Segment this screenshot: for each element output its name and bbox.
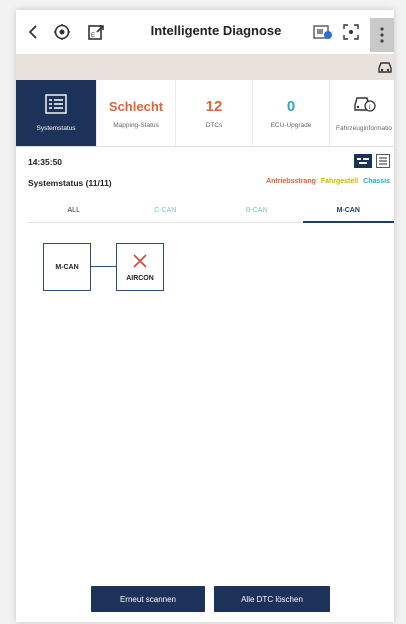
tab-b-can[interactable]: B-CAN	[211, 200, 303, 222]
dtc-label: DTCs	[205, 121, 223, 129]
category-antriebsstrang[interactable]: Antriebsstrang	[266, 178, 316, 185]
bus-node-m-can[interactable]: M-CAN	[43, 243, 91, 291]
ecu-label: ECU-Upgrade	[270, 121, 312, 129]
tile-dtcs[interactable]: 12 DTCs	[176, 80, 253, 146]
category-chassis[interactable]: Chassis	[363, 178, 390, 185]
mapping-label: Mapping-Status	[113, 121, 159, 129]
category-legend: Antriebsstrang Fahrgestell Chassis	[266, 178, 390, 185]
svg-text:i: i	[369, 103, 371, 111]
vehicle-info-icon: i	[352, 94, 376, 119]
app-window: E Intelligente Diagnose Systemstatus Sch…	[16, 10, 394, 622]
page-title: Intelligente Diagnose	[150, 23, 282, 38]
list-check-icon	[45, 94, 67, 119]
car-icon[interactable]	[376, 59, 394, 75]
list-view-icon[interactable]	[376, 154, 390, 173]
back-icon[interactable]	[26, 24, 40, 40]
bus-tabs: ALL C-CAN B-CAN M-CAN	[28, 200, 394, 223]
more-icon[interactable]	[370, 18, 394, 52]
status-bar: Systemstatus Schlecht Mapping-Status 12 …	[16, 80, 394, 147]
vehicle-info-label: Fahrzeuginformatio	[336, 125, 392, 132]
scan-time: 14:35:50	[28, 157, 63, 167]
dtc-value: 12	[205, 97, 223, 115]
ecu-value: 0	[286, 97, 296, 115]
tab-all[interactable]: ALL	[28, 200, 120, 222]
tile-mapping[interactable]: Schlecht Mapping-Status	[97, 80, 176, 146]
bus-link	[90, 266, 116, 267]
screenshot-icon[interactable]	[342, 23, 360, 41]
system-status-count: Systemstatus (11/11)	[28, 178, 112, 188]
tile-systemstatus[interactable]: Systemstatus	[16, 80, 97, 146]
export-icon[interactable]: E	[86, 22, 106, 42]
category-fahrgestell[interactable]: Fahrgestell	[321, 178, 358, 185]
tile-vehicle-info[interactable]: i Fahrzeuginformatio	[330, 80, 394, 146]
rescan-button[interactable]: Erneut scannen	[91, 586, 205, 612]
vci-icon[interactable]	[312, 22, 334, 42]
svg-text:E: E	[91, 33, 95, 39]
diagnose-settings-icon[interactable]	[52, 22, 72, 42]
tile-ecu-upgrade[interactable]: 0 ECU-Upgrade	[253, 80, 330, 146]
ecu-label-aircon: AIRCON	[126, 274, 154, 282]
tile-systemstatus-label: Systemstatus	[36, 125, 76, 132]
clear-all-dtc-button[interactable]: Alle DTC löschen	[214, 586, 330, 612]
topology-view-icon[interactable]	[354, 154, 372, 173]
tab-c-can[interactable]: C-CAN	[120, 200, 212, 222]
vehicle-band	[16, 54, 394, 80]
error-x-icon	[132, 253, 148, 271]
ecu-node-aircon[interactable]: AIRCON	[116, 243, 164, 291]
tab-m-can[interactable]: M-CAN	[302, 200, 395, 223]
top-bar: E Intelligente Diagnose	[16, 10, 394, 54]
mapping-value: Schlecht	[108, 98, 164, 114]
